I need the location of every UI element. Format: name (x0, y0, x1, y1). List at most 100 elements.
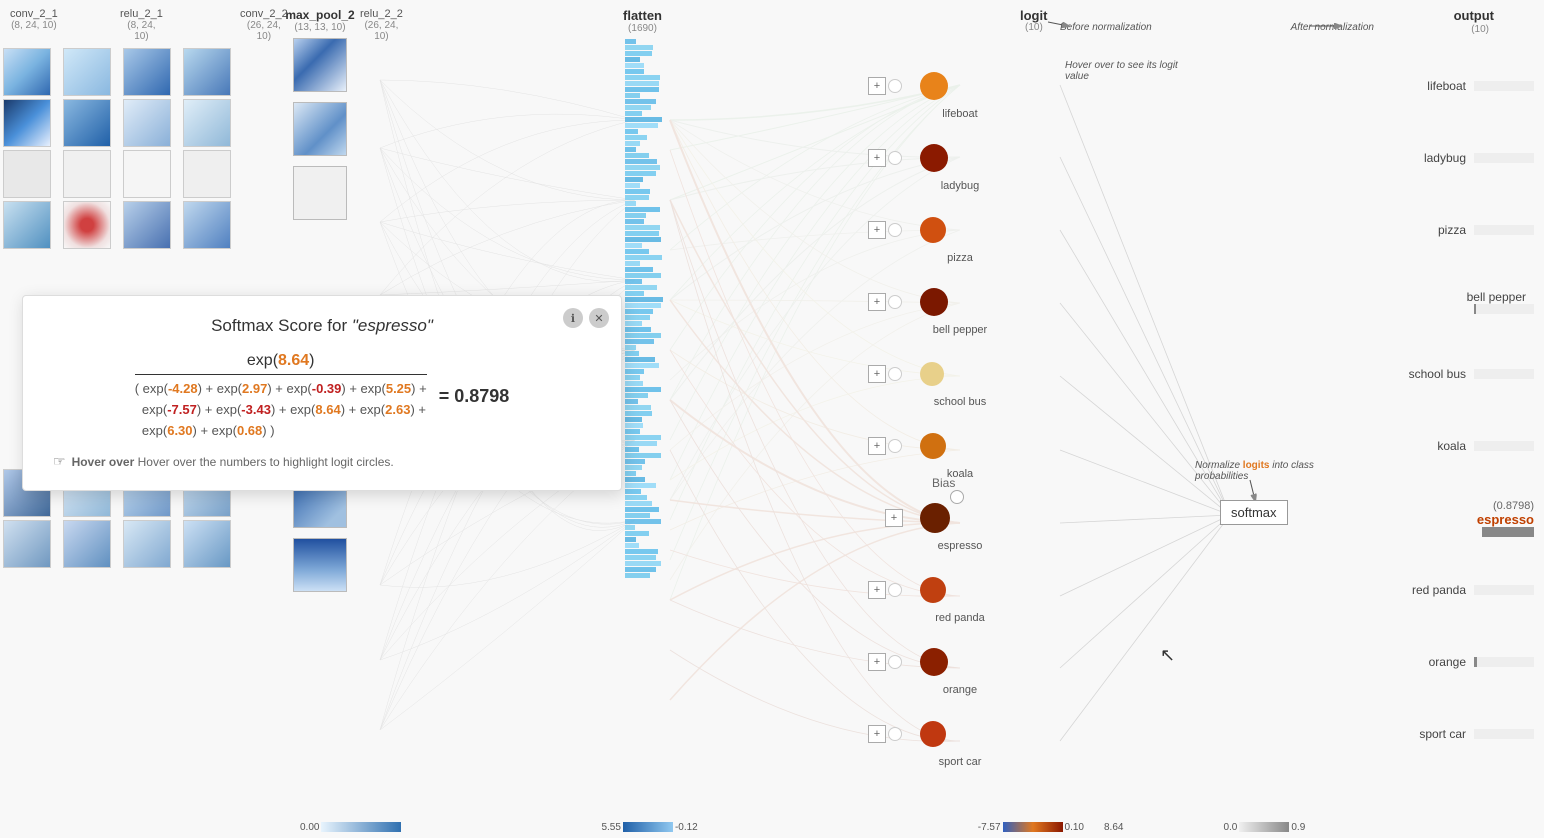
hover-hint: Hover over to see its logit value (1065, 60, 1195, 82)
before-norm-annotation: Before normalization (1060, 22, 1180, 33)
flatten-bar (625, 99, 656, 104)
output-row-koala: koala (1409, 410, 1534, 482)
flatten-bar (625, 135, 647, 140)
flatten-scale: 5.55 -0.12 (601, 822, 697, 833)
logit-node-row-sport-car: + sport car (920, 698, 958, 770)
flatten-bar (625, 159, 657, 164)
feature-map (3, 201, 51, 249)
feature-map (183, 99, 231, 147)
flatten-bar (625, 63, 644, 68)
flatten-bar (625, 117, 662, 122)
flatten-bar (625, 543, 639, 548)
empty-circle-orange (888, 655, 902, 669)
flatten-bar (625, 381, 643, 386)
popup-fraction: exp(8.64) ( exp(-4.28) + exp(2.97) + exp… (53, 352, 591, 441)
plus-btn-koala[interactable]: + (868, 437, 886, 455)
flatten-bar (625, 201, 636, 206)
output-bar-lifeboat (1474, 81, 1534, 91)
output-label-lifeboat: lifeboat (1427, 79, 1466, 93)
popup-close-button[interactable]: ✕ (589, 308, 609, 328)
flatten-bar (625, 141, 640, 146)
conv-2-1-header: conv_2_1 (8, 24, 10) (10, 8, 58, 31)
fraction-result: = 0.8798 (439, 386, 510, 407)
logit-label-school-bus: school bus (920, 396, 1000, 408)
flatten-bar (625, 507, 659, 512)
flatten-bar (625, 333, 661, 338)
output-row-sport-car: sport car (1409, 698, 1534, 770)
flatten-bar (625, 369, 644, 374)
flatten-bar (625, 399, 638, 404)
feature-map (3, 99, 51, 147)
feature-map (123, 99, 171, 147)
plus-btn-pizza[interactable]: + (868, 221, 886, 239)
output-row-ladybug: ladybug (1409, 122, 1534, 194)
flatten-bar (625, 297, 663, 302)
flatten-bar (625, 207, 660, 212)
output-bar-ladybug (1474, 153, 1534, 163)
flatten-bar (625, 423, 643, 428)
output-bar-sport-car (1474, 729, 1534, 739)
logit-circle-espresso (920, 503, 950, 533)
output-label-espresso: espresso (1477, 512, 1534, 527)
feature-map (123, 520, 171, 568)
logit-scale: -7.57 0.10 8.64 (978, 822, 1124, 833)
flatten-bar (625, 393, 648, 398)
flatten-bar (625, 165, 660, 170)
flatten-bar (625, 105, 651, 110)
popup-hint: ☞ Hover over Hover over the numbers to h… (53, 453, 591, 470)
empty-circle-school-bus (888, 367, 902, 381)
output-label-pizza: pizza (1438, 223, 1466, 237)
flatten-bar (625, 495, 647, 500)
flatten-bar (625, 39, 636, 44)
flatten-bar (625, 339, 654, 344)
left-scale: 0.00 (300, 822, 401, 833)
plus-btn-orange[interactable]: + (868, 653, 886, 671)
feature-map (123, 150, 171, 198)
flatten-bar (625, 405, 651, 410)
flatten-bar (625, 447, 639, 452)
flatten-bar (625, 195, 649, 200)
popup-info-button[interactable]: ℹ (563, 308, 583, 328)
plus-btn-lifeboat[interactable]: + (868, 77, 886, 95)
output-bar-fill-bell-pepper (1474, 304, 1476, 314)
flatten-bar (625, 441, 657, 446)
flatten-bar (625, 489, 641, 494)
output-bar-school-bus (1474, 369, 1534, 379)
output-scale-gradient (1239, 822, 1289, 832)
flatten-bar (625, 501, 652, 506)
flatten-bar (625, 465, 642, 470)
popup-title: Softmax Score for "espresso" (53, 316, 591, 336)
logit-node-row-pizza: + pizza (920, 194, 958, 266)
plus-btn-bell-pepper[interactable]: + (868, 293, 886, 311)
flatten-bar (625, 567, 656, 572)
flatten-bar (625, 417, 642, 422)
output-subheader: (10) (1471, 24, 1489, 35)
fraction-numerator: exp(8.64) (135, 352, 427, 375)
flatten-bar (625, 57, 640, 62)
flatten-bar (625, 411, 652, 416)
flatten-bar (625, 549, 658, 554)
flatten-bar (625, 273, 661, 278)
flatten-bar (625, 537, 636, 542)
plus-btn-ladybug[interactable]: + (868, 149, 886, 167)
popup-icons: ℹ ✕ (563, 308, 609, 328)
flatten-bar (625, 555, 656, 560)
flatten-bar (625, 279, 642, 284)
plus-btn-espresso[interactable]: + (885, 509, 903, 527)
flatten-bar (625, 243, 642, 248)
logit-label-ladybug: ladybug (920, 180, 1000, 192)
flatten-bar (625, 363, 659, 368)
flatten-bar (625, 213, 646, 218)
output-label-ladybug: ladybug (1424, 151, 1466, 165)
flatten-bar (625, 327, 651, 332)
maxpool-2-header: max_pool_2 (13, 13, 10) (285, 8, 354, 33)
logit-circle-koala (920, 433, 946, 459)
feature-map (63, 48, 111, 96)
plus-btn-sport-car[interactable]: + (868, 725, 886, 743)
plus-btn-red-panda[interactable]: + (868, 581, 886, 599)
plus-btn-school-bus[interactable]: + (868, 365, 886, 383)
empty-circle-pizza (888, 223, 902, 237)
normalize-annotation: Normalize logits into class probabilitie… (1195, 460, 1315, 482)
relu-2-2-subtext: (26, 24, 10) (360, 20, 403, 42)
flatten-subtext: (1690) (620, 23, 665, 34)
